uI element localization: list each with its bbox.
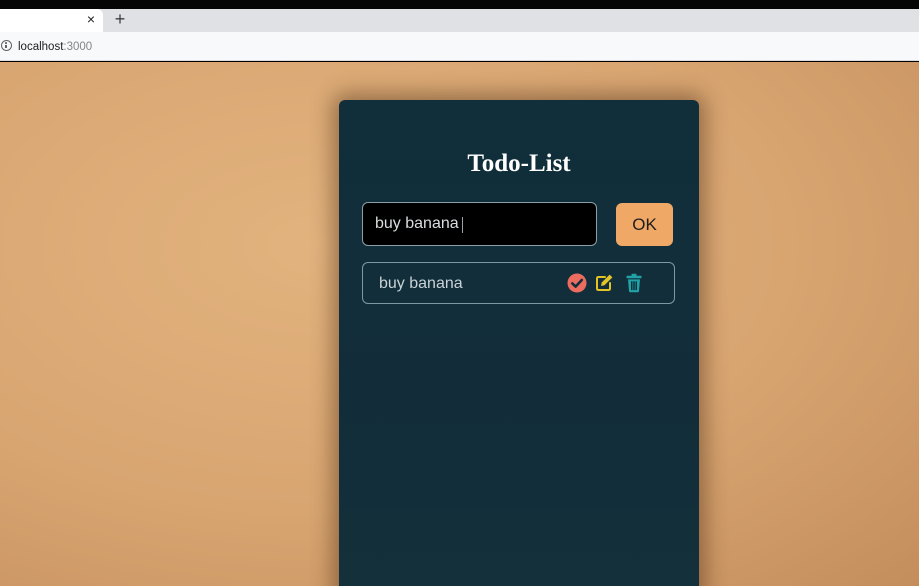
text-caret <box>462 217 463 233</box>
page-title: Todo-List <box>467 150 571 177</box>
browser-tab-bar: × + <box>0 9 919 32</box>
todo-item: buy banana <box>362 262 675 304</box>
address-bar[interactable]: localhost:3000 <box>0 32 919 61</box>
close-icon[interactable]: × <box>84 11 98 27</box>
url-port: :3000 <box>63 41 93 53</box>
browser-top-strip <box>0 0 919 9</box>
edit-icon[interactable] <box>594 273 614 293</box>
browser-tab-active[interactable]: × <box>0 9 103 32</box>
check-circle-icon[interactable] <box>567 273 587 293</box>
new-tab-button[interactable]: + <box>111 9 129 29</box>
url-text[interactable]: localhost:3000 <box>18 40 92 54</box>
info-icon[interactable] <box>1 40 12 51</box>
todo-item-text: buy banana <box>379 275 463 292</box>
page-background: Todo-List OK buy banana <box>0 62 919 586</box>
todo-input[interactable] <box>362 202 597 246</box>
ok-button[interactable]: OK <box>616 203 673 246</box>
trash-icon[interactable] <box>624 273 644 293</box>
todo-card: Todo-List OK buy banana <box>339 100 699 586</box>
url-host: localhost <box>18 41 64 53</box>
